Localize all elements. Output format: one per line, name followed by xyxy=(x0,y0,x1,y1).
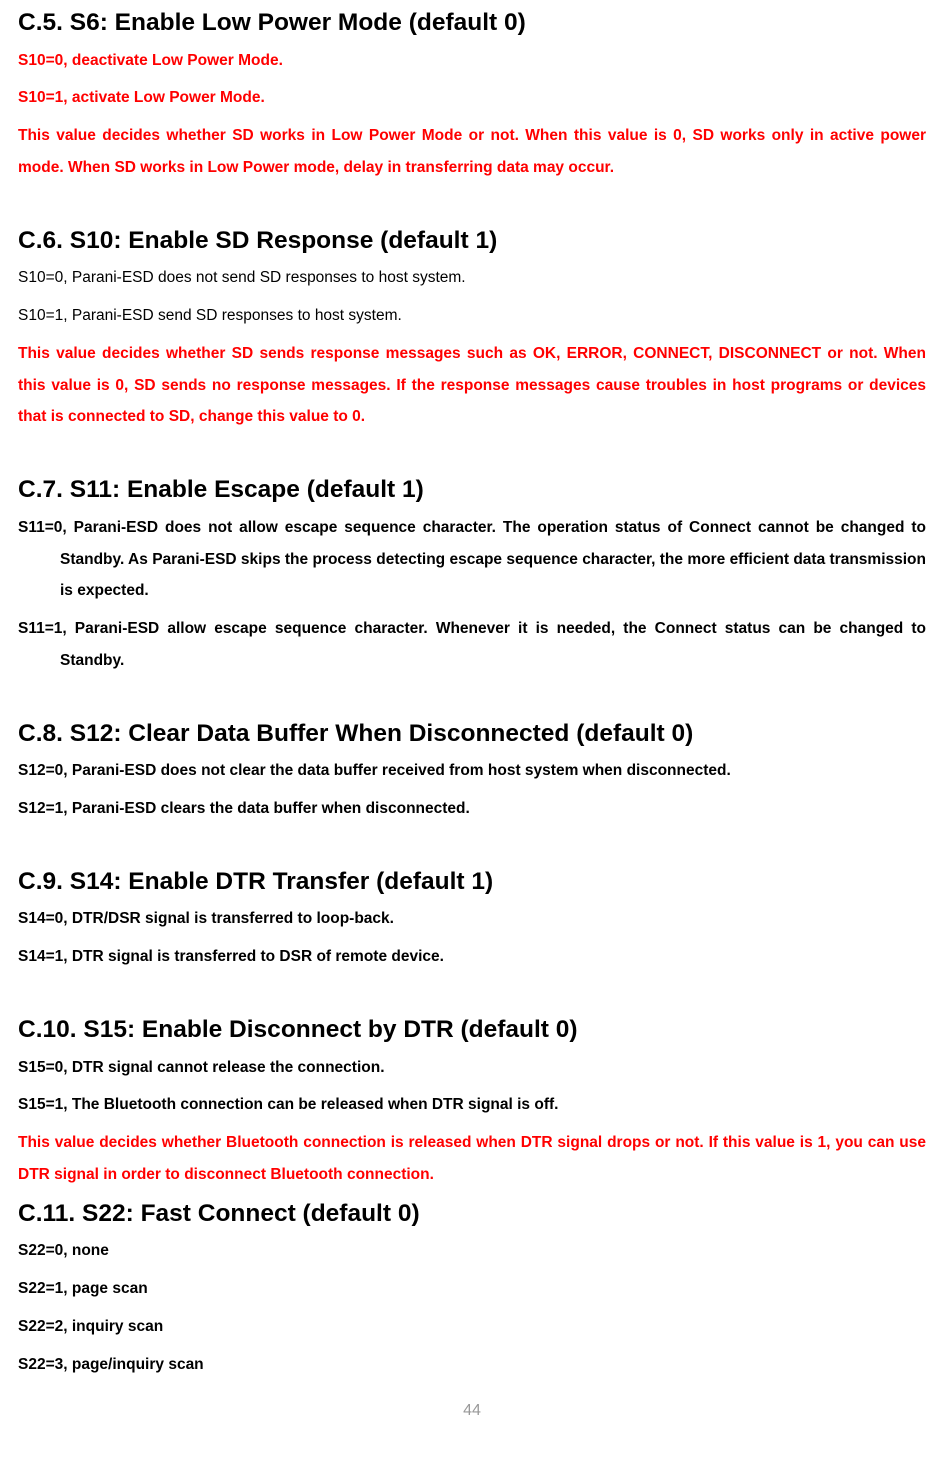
c11-line4: S22=3, page/inquiry scan xyxy=(18,1349,926,1381)
section-heading-c6: C.6. S10: Enable SD Response (default 1) xyxy=(18,226,926,257)
c11-line2: S22=1, page scan xyxy=(18,1273,926,1305)
c11-line3: S22=2, inquiry scan xyxy=(18,1311,926,1343)
c9-line2: S14=1, DTR signal is transferred to DSR … xyxy=(18,941,926,973)
c9-line1: S14=0, DTR/DSR signal is transferred to … xyxy=(18,903,926,935)
section-heading-c10: C.10. S15: Enable Disconnect by DTR (def… xyxy=(18,1015,926,1046)
c8-line1: S12=0, Parani-ESD does not clear the dat… xyxy=(18,755,926,787)
c11-line1: S22=0, none xyxy=(18,1235,926,1267)
c10-line1: S15=0, DTR signal cannot release the con… xyxy=(18,1052,926,1084)
c6-para: This value decides whether SD sends resp… xyxy=(18,338,926,433)
c8-line2: S12=1, Parani-ESD clears the data buffer… xyxy=(18,793,926,825)
c5-para: This value decides whether SD works in L… xyxy=(18,120,926,184)
c7-line1: S11=0, Parani-ESD does not allow escape … xyxy=(18,512,926,607)
section-heading-c5: C.5. S6: Enable Low Power Mode (default … xyxy=(18,8,926,39)
section-heading-c7: C.7. S11: Enable Escape (default 1) xyxy=(18,475,926,506)
c6-line1: S10=0, Parani-ESD does not send SD respo… xyxy=(18,262,926,294)
c5-line2: S10=1, activate Low Power Mode. xyxy=(18,82,926,114)
c5-line1: S10=0, deactivate Low Power Mode. xyxy=(18,45,926,77)
c10-para: This value decides whether Bluetooth con… xyxy=(18,1127,926,1191)
section-heading-c11: C.11. S22: Fast Connect (default 0) xyxy=(18,1199,926,1230)
c10-line2: S15=1, The Bluetooth connection can be r… xyxy=(18,1089,926,1121)
c6-line2: S10=1, Parani-ESD send SD responses to h… xyxy=(18,300,926,332)
c7-line2: S11=1, Parani-ESD allow escape sequence … xyxy=(18,613,926,677)
section-heading-c8: C.8. S12: Clear Data Buffer When Disconn… xyxy=(18,719,926,750)
section-heading-c9: C.9. S14: Enable DTR Transfer (default 1… xyxy=(18,867,926,898)
page-number: 44 xyxy=(18,1402,926,1420)
